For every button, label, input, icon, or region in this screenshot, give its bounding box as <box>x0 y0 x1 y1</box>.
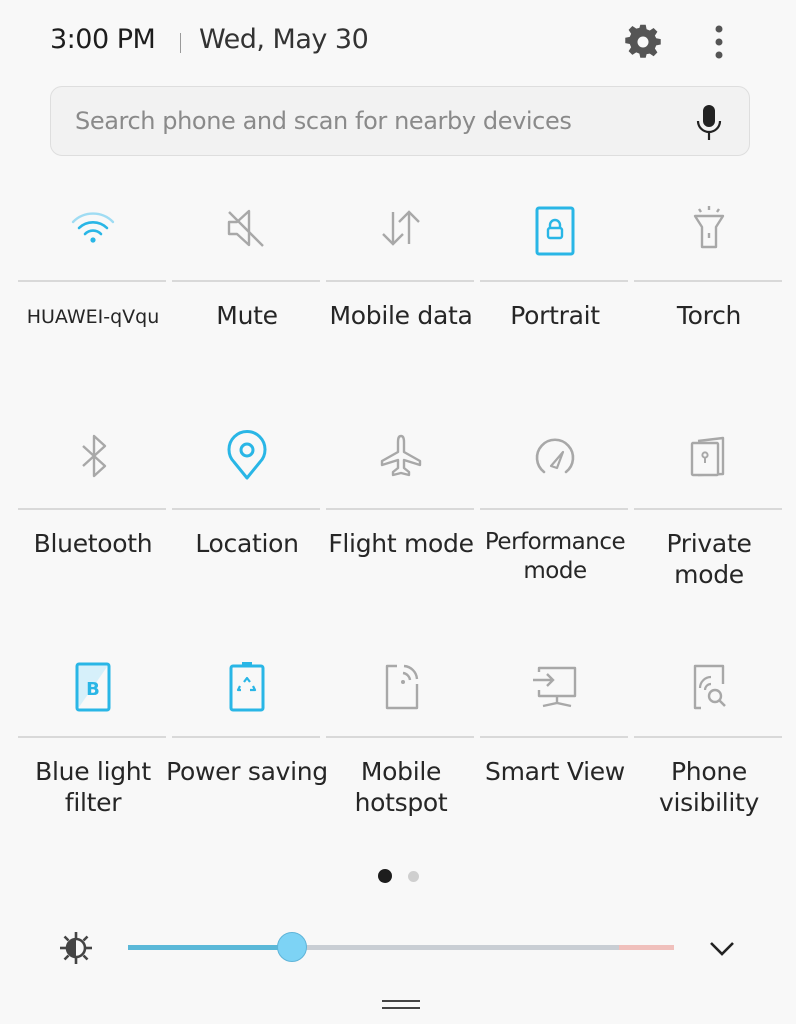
more-vertical-icon[interactable] <box>704 22 734 62</box>
divider <box>480 736 628 738</box>
divider <box>180 33 181 53</box>
divider <box>634 736 782 738</box>
divider <box>326 736 474 738</box>
tile-label: Power saving <box>166 757 328 786</box>
blue-light-filter-icon: B <box>75 662 111 712</box>
bluetooth-icon <box>82 434 107 478</box>
mobile-data-icon <box>382 210 420 246</box>
tile-location[interactable]: Location <box>172 416 322 626</box>
torch-icon <box>693 206 725 249</box>
tile-label: Performance mode <box>484 529 626 584</box>
tile-power-saving[interactable]: Power saving <box>166 644 328 854</box>
tile-smart-view[interactable]: Smart View <box>480 644 630 854</box>
divider <box>634 508 782 510</box>
clock: 3:00 PM <box>50 24 156 55</box>
power-saving-icon <box>229 662 265 712</box>
tile-private-mode[interactable]: Private mode <box>634 416 784 626</box>
divider <box>326 508 474 510</box>
speedometer-icon <box>535 438 575 474</box>
gear-icon[interactable] <box>623 22 663 62</box>
divider <box>634 280 782 282</box>
tile-mute[interactable]: Mute <box>172 188 322 398</box>
tile-torch[interactable]: Torch <box>634 188 784 398</box>
slider-high-zone <box>619 945 674 950</box>
microphone-icon[interactable] <box>691 103 727 141</box>
airplane-icon <box>380 434 422 477</box>
tile-label: Flight mode <box>328 529 474 558</box>
page-dot[interactable] <box>408 871 419 882</box>
divider <box>18 736 166 738</box>
page-indicator <box>378 869 428 885</box>
tile-performance-mode[interactable]: Performance mode <box>480 416 630 626</box>
tile-label: Private mode <box>666 529 752 589</box>
divider <box>480 280 628 282</box>
mute-icon <box>227 209 264 247</box>
divider <box>172 280 320 282</box>
date: Wed, May 30 <box>199 24 369 55</box>
divider <box>18 508 166 510</box>
tile-label: Mobile data <box>329 301 473 330</box>
tile-label: Location <box>195 529 299 558</box>
chevron-down-icon[interactable] <box>704 930 740 966</box>
tile-label: HUAWEI-qVqu <box>26 306 160 328</box>
tile-mobile-hotspot[interactable]: Mobile hotspot <box>326 644 476 854</box>
smart-view-icon <box>533 666 577 708</box>
tile-phone-visibility[interactable]: Phone visibility <box>634 644 784 854</box>
tile-label: Smart View <box>485 757 625 786</box>
slider-fill <box>128 945 292 950</box>
svg-text:B: B <box>86 679 100 700</box>
divider <box>172 736 320 738</box>
tile-flight-mode[interactable]: Flight mode <box>326 416 476 626</box>
tile-wifi[interactable]: HUAWEI-qVqu <box>18 188 168 398</box>
portrait-lock-icon <box>535 206 575 256</box>
tile-portrait[interactable]: Portrait <box>480 188 630 398</box>
hotspot-icon <box>385 664 419 710</box>
tile-label: Torch <box>676 301 742 330</box>
search-bar[interactable] <box>50 86 750 156</box>
tile-label: Mobile hotspot <box>354 757 448 817</box>
tile-label: Portrait <box>510 301 600 330</box>
tile-label: Blue light filter <box>35 757 151 817</box>
divider <box>326 280 474 282</box>
divider <box>172 508 320 510</box>
slider-thumb[interactable] <box>277 932 307 962</box>
wifi-icon <box>71 212 115 243</box>
status-header: 3:00 PM Wed, May 30 <box>0 0 796 84</box>
tile-bluetooth[interactable]: Bluetooth <box>18 416 168 626</box>
search-input[interactable] <box>75 87 655 155</box>
private-mode-icon <box>690 436 725 477</box>
location-icon <box>227 430 267 480</box>
slider-track <box>292 945 619 950</box>
tile-mobile-data[interactable]: Mobile data <box>326 188 476 398</box>
brightness-icon <box>60 932 92 964</box>
divider <box>18 280 166 282</box>
tile-label: Bluetooth <box>33 529 153 558</box>
brightness-slider[interactable] <box>128 928 674 968</box>
tile-blue-light-filter[interactable]: B Blue light filter <box>18 644 168 854</box>
page-dot-active[interactable] <box>378 869 392 883</box>
phone-visibility-icon <box>693 664 726 710</box>
divider <box>480 508 628 510</box>
tile-label: Phone visibility <box>658 757 759 817</box>
tile-label: Mute <box>216 301 278 330</box>
drag-handle-icon[interactable] <box>382 998 420 1012</box>
